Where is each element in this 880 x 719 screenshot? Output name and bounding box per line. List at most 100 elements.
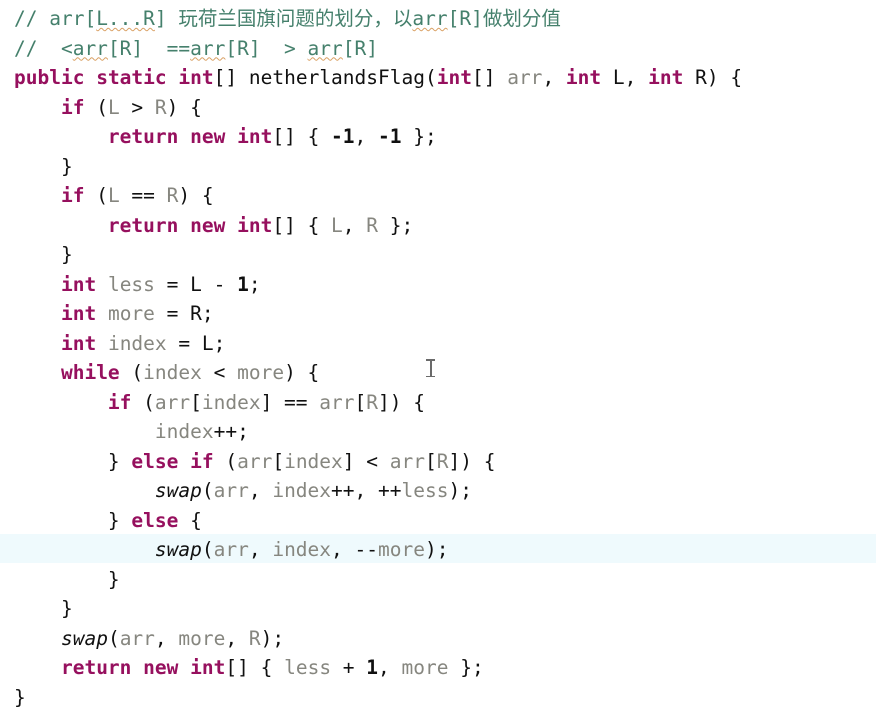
code-line[interactable]: index++; bbox=[0, 417, 880, 447]
code-token: , bbox=[342, 213, 367, 237]
code-token: -1 bbox=[331, 125, 355, 148]
code-line[interactable]: } bbox=[0, 240, 880, 270]
code-token: int bbox=[190, 656, 226, 679]
code-token: , bbox=[154, 626, 179, 650]
code-token: else bbox=[131, 449, 179, 473]
code-token: int bbox=[60, 302, 97, 325]
code-token: > bbox=[119, 95, 155, 119]
code-token: [] { bbox=[272, 125, 332, 148]
code-line[interactable]: return new int[] { -1, -1 }; bbox=[0, 122, 880, 152]
code-line[interactable]: // arr[L...R] 玩荷兰国旗问题的划分，以arr[R]做划分值 bbox=[0, 4, 880, 34]
code-token: [R] > bbox=[225, 36, 308, 60]
code-token: [] bbox=[471, 66, 508, 89]
code-token: return bbox=[60, 656, 132, 679]
code-token: , bbox=[354, 125, 379, 148]
code-line[interactable]: } bbox=[0, 594, 880, 624]
code-editor[interactable]: // arr[L...R] 玩荷兰国旗问题的划分，以arr[R]做划分值// <… bbox=[0, 0, 880, 719]
code-token: ]) { bbox=[448, 449, 496, 473]
code-content[interactable]: // arr[L...R] 玩荷兰国旗问题的划分，以arr[R]做划分值// <… bbox=[0, 0, 880, 712]
code-token: ); bbox=[260, 626, 285, 650]
code-token: R bbox=[366, 213, 379, 237]
code-token: arr bbox=[72, 36, 108, 60]
code-token: } bbox=[107, 567, 120, 591]
code-token: less bbox=[107, 272, 155, 296]
code-line[interactable]: // <arr[R] ==arr[R] > arr[R] bbox=[0, 34, 880, 64]
code-token: arr bbox=[237, 449, 273, 473]
code-line[interactable]: if (L > R) { bbox=[0, 93, 880, 123]
code-token: , bbox=[624, 66, 649, 89]
code-token: ]) { bbox=[378, 390, 425, 414]
code-token: [R] bbox=[447, 7, 483, 30]
code-token: swap bbox=[154, 479, 202, 502]
code-token: // arr[ bbox=[14, 7, 97, 30]
code-token: [ bbox=[354, 390, 367, 414]
code-token: return bbox=[107, 125, 179, 148]
code-line[interactable]: while (index < more) { bbox=[0, 358, 880, 388]
code-line[interactable]: } else if (arr[index] < arr[R]) { bbox=[0, 447, 880, 477]
code-token: ) { bbox=[284, 361, 320, 384]
code-token: arr bbox=[213, 479, 249, 502]
code-token: 玩荷兰国旗问题的划分，以 bbox=[178, 7, 413, 30]
code-token: R bbox=[190, 302, 202, 325]
code-token: L bbox=[201, 331, 214, 355]
code-token: index bbox=[272, 479, 332, 502]
code-line[interactable]: return new int[] { less + 1, more }; bbox=[0, 653, 880, 683]
code-token: } bbox=[14, 685, 26, 709]
code-line[interactable]: return new int[] { L, R }; bbox=[0, 211, 880, 241]
code-line[interactable]: int index = L; bbox=[0, 329, 880, 359]
code-token: , bbox=[542, 66, 566, 89]
code-line[interactable]: if (L == R) { bbox=[0, 181, 880, 211]
code-token: index bbox=[154, 420, 214, 443]
code-line[interactable]: swap(arr, index++, ++less); bbox=[0, 476, 880, 506]
code-line[interactable]: int less = L - 1; bbox=[0, 270, 880, 300]
code-token: ); bbox=[448, 479, 472, 502]
code-token: int bbox=[60, 272, 97, 296]
code-token: { bbox=[178, 508, 202, 532]
code-token: ] == bbox=[260, 390, 320, 414]
code-token: R bbox=[366, 390, 379, 414]
code-line[interactable]: public static int[] netherlandsFlag(int[… bbox=[0, 63, 880, 93]
code-token: public bbox=[14, 66, 85, 89]
code-token: == bbox=[119, 184, 167, 207]
code-token: L bbox=[612, 66, 625, 89]
code-token: ( bbox=[424, 66, 437, 89]
code-token: int bbox=[60, 331, 97, 355]
code-line[interactable]: int more = R; bbox=[0, 299, 880, 329]
code-token: arr bbox=[389, 449, 425, 473]
code-token: int bbox=[237, 125, 273, 148]
code-token: ( bbox=[201, 538, 214, 561]
code-token: ; bbox=[201, 302, 214, 325]
code-line[interactable]: swap(arr, index, --more); bbox=[0, 535, 880, 565]
code-line[interactable]: if (arr[index] == arr[R]) { bbox=[0, 388, 880, 418]
code-token: ( bbox=[201, 479, 214, 502]
code-line[interactable]: } bbox=[0, 683, 880, 713]
code-line[interactable]: } bbox=[0, 152, 880, 182]
code-token: more bbox=[378, 538, 425, 561]
code-line[interactable]: swap(arr, more, R); bbox=[0, 624, 880, 654]
code-token: R bbox=[695, 66, 707, 89]
code-token: , bbox=[248, 479, 273, 502]
code-line[interactable]: } else { bbox=[0, 506, 880, 536]
code-token: ( bbox=[107, 626, 120, 650]
code-token: ) { bbox=[166, 95, 202, 119]
code-line[interactable]: } bbox=[0, 565, 880, 595]
code-token: new bbox=[143, 656, 179, 679]
